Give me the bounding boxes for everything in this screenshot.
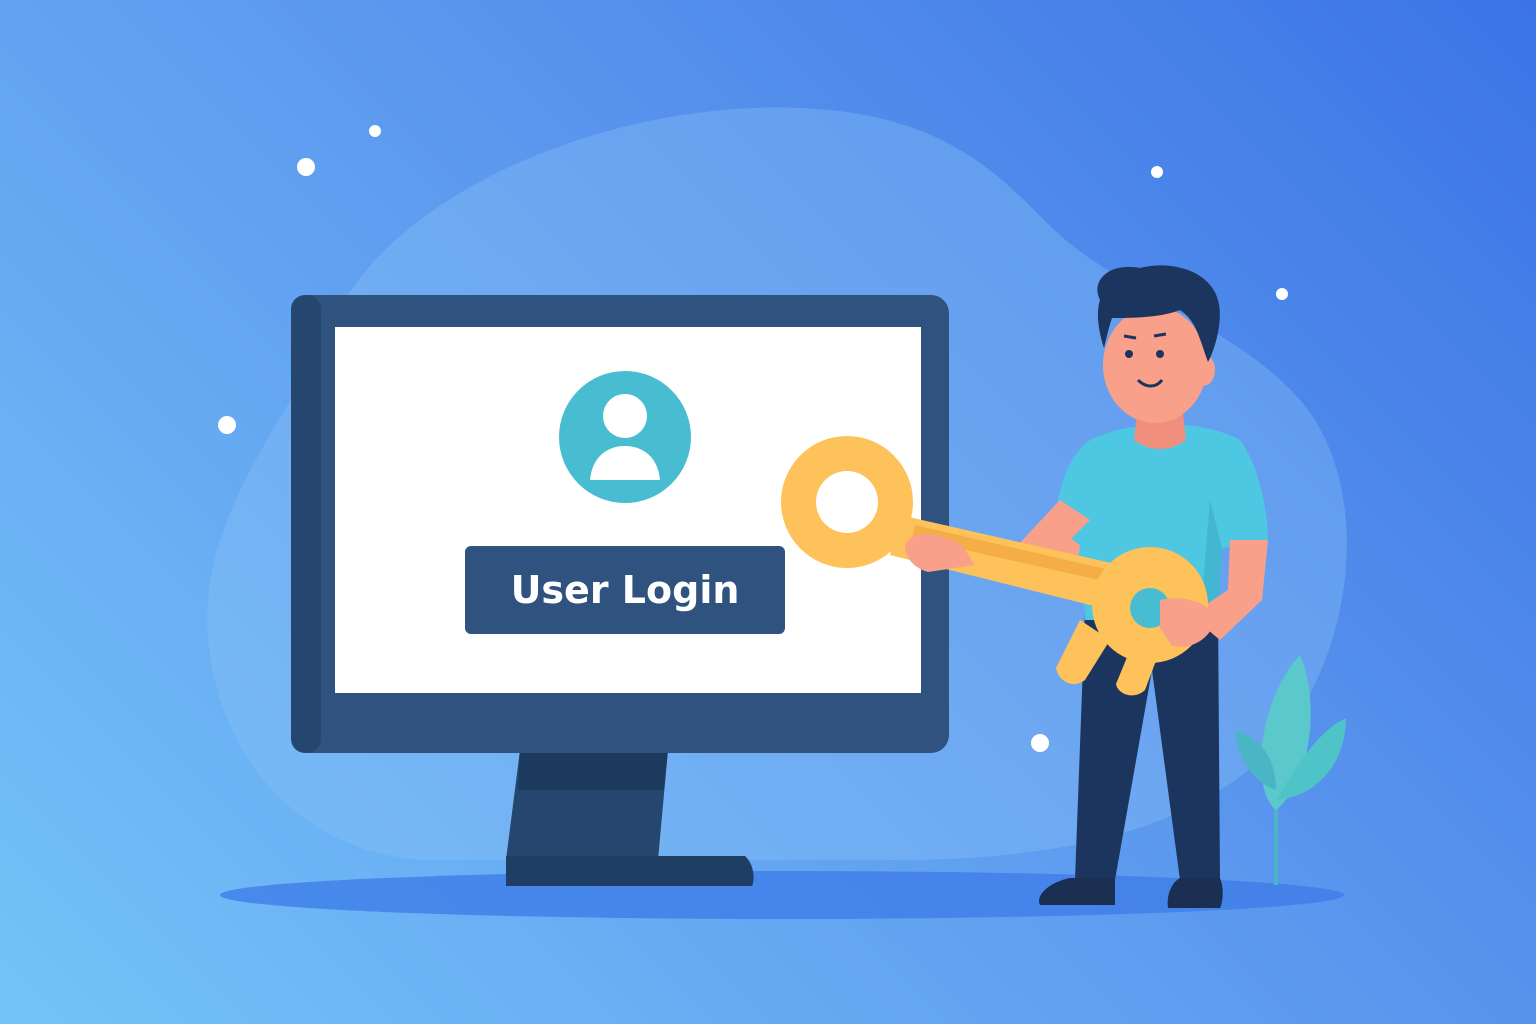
- user-avatar-icon: [559, 371, 691, 503]
- user-login-button[interactable]: User Login: [465, 546, 785, 634]
- illustration-scene: [207, 107, 1347, 919]
